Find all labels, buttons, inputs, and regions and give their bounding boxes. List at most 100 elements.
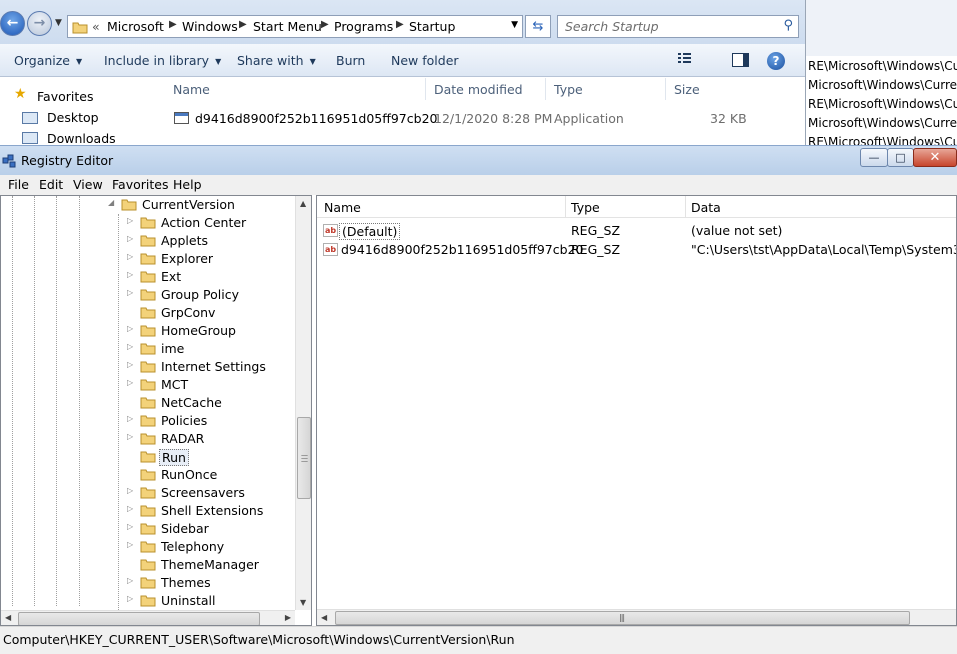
column-type[interactable]: Type — [571, 200, 600, 215]
minimize-button[interactable]: — — [860, 148, 888, 167]
value-row[interactable]: ab d9416d8900f252b116951d05ff97cb20 REG_… — [317, 240, 956, 259]
tree-node-label[interactable]: Screensavers — [159, 485, 247, 500]
tree-node-label[interactable]: Uninstall — [159, 593, 218, 608]
value-name[interactable]: (Default) — [339, 223, 401, 240]
column-data[interactable]: Data — [691, 200, 721, 215]
tree-node-label[interactable]: ime — [159, 341, 186, 356]
close-button[interactable]: ✕ — [913, 148, 957, 167]
column-divider[interactable] — [685, 196, 686, 218]
value-row[interactable]: ab (Default) REG_SZ (value not set) — [317, 221, 956, 240]
breadcrumb-startup[interactable]: Startup — [409, 19, 455, 34]
scroll-thumb[interactable] — [18, 612, 260, 625]
expand-arrow-icon[interactable]: ▷ — [127, 252, 133, 261]
back-button[interactable]: ← — [0, 11, 25, 36]
breadcrumb-windows[interactable]: Windows — [182, 19, 238, 34]
tree-vertical-scrollbar[interactable]: ▲ — — — ▼ — [295, 196, 311, 610]
history-dropdown-icon[interactable]: ▼ — [55, 18, 62, 28]
tree-node-label[interactable]: Applets — [159, 233, 210, 248]
menu-edit[interactable]: Edit — [39, 177, 63, 192]
column-divider[interactable] — [545, 78, 546, 100]
organize-button[interactable]: Organize ▼ — [14, 53, 82, 68]
column-name[interactable]: Name — [173, 82, 210, 97]
column-divider[interactable] — [665, 78, 666, 100]
tree-node-label[interactable]: Themes — [159, 575, 213, 590]
tree-node-label[interactable]: ThemeManager — [159, 557, 261, 572]
breadcrumb-programs[interactable]: Programs — [334, 19, 393, 34]
menu-favorites[interactable]: Favorites — [112, 177, 168, 192]
value-name[interactable]: d9416d8900f252b116951d05ff97cb20 — [339, 242, 585, 257]
tree-node-label[interactable]: HomeGroup — [159, 323, 238, 338]
menu-file[interactable]: File — [8, 177, 29, 192]
scroll-thumb[interactable]: ||| — [335, 611, 910, 625]
scroll-right-icon[interactable]: ▶ — [285, 613, 291, 622]
title-bar[interactable]: Registry Editor — □ ✕ — [0, 145, 957, 175]
column-type[interactable]: Type — [554, 82, 583, 97]
breadcrumb-start-menu[interactable]: Start Menu — [253, 19, 322, 34]
tree-node-label[interactable]: Internet Settings — [159, 359, 268, 374]
expand-arrow-icon[interactable]: ▷ — [127, 576, 133, 585]
tree-node-label[interactable]: Shell Extensions — [159, 503, 265, 518]
nav-desktop[interactable]: Desktop — [47, 110, 99, 125]
tree-node-label[interactable]: Sidebar — [159, 521, 211, 536]
tree-horizontal-scrollbar[interactable]: ◀ ▶ — [1, 610, 295, 625]
new-folder-button[interactable]: New folder — [391, 53, 459, 68]
tree-node-label[interactable]: RADAR — [159, 431, 206, 446]
maximize-button[interactable]: □ — [887, 148, 914, 167]
address-bar[interactable]: « Microsoft ▶ Windows ▶ Start Menu ▶ Pro… — [67, 15, 523, 38]
column-divider[interactable] — [425, 78, 426, 100]
nav-downloads[interactable]: Downloads — [47, 131, 116, 146]
scroll-down-icon[interactable]: ▼ — [300, 598, 306, 607]
values-horizontal-scrollbar[interactable]: ◀ ||| — [317, 609, 956, 625]
tree-node-label[interactable]: Explorer — [159, 251, 215, 266]
expand-arrow-icon[interactable]: ▷ — [127, 414, 133, 423]
preview-pane-icon[interactable] — [732, 53, 749, 67]
breadcrumb-separator-icon[interactable]: ▶ — [169, 19, 177, 30]
expand-arrow-icon[interactable]: ▷ — [127, 594, 133, 603]
search-input[interactable]: Search Startup ⚲ — [557, 15, 799, 38]
menu-help[interactable]: Help — [173, 177, 202, 192]
share-with-button[interactable]: Share with ▼ — [237, 53, 316, 68]
scroll-thumb[interactable]: — — — — [297, 417, 311, 499]
expand-arrow-icon[interactable]: ▷ — [127, 234, 133, 243]
column-name[interactable]: Name — [324, 200, 361, 215]
include-in-library-button[interactable]: Include in library ▼ — [104, 53, 221, 68]
scroll-up-icon[interactable]: ▲ — [300, 199, 306, 208]
refresh-button[interactable]: ⇆ — [525, 15, 551, 38]
breadcrumb-microsoft[interactable]: Microsoft — [107, 19, 164, 34]
menu-view[interactable]: View — [73, 177, 103, 192]
tree-node-label[interactable]: GrpConv — [159, 305, 217, 320]
expand-arrow-icon[interactable]: ▷ — [127, 216, 133, 225]
tree-node-label[interactable]: Group Policy — [159, 287, 241, 302]
change-view-icon[interactable] — [677, 52, 699, 66]
expand-arrow-icon[interactable]: ▷ — [127, 540, 133, 549]
scroll-left-icon[interactable]: ◀ — [321, 613, 327, 622]
nav-favorites[interactable]: Favorites — [37, 89, 93, 104]
column-size[interactable]: Size — [674, 82, 700, 97]
expand-arrow-icon[interactable]: ▷ — [127, 432, 133, 441]
values-pane[interactable]: Name Type Data ab (Default) REG_SZ (valu… — [316, 195, 957, 626]
scroll-left-icon[interactable]: ◀ — [5, 613, 11, 622]
tree-node-label[interactable]: Policies — [159, 413, 209, 428]
tree-node-label[interactable]: NetCache — [159, 395, 224, 410]
expand-arrow-icon[interactable]: ▷ — [127, 342, 133, 351]
breadcrumb-overflow[interactable]: « — [92, 19, 100, 34]
expand-arrow-icon[interactable]: ▷ — [127, 486, 133, 495]
key-tree-pane[interactable]: ◢ CurrentVersion ▷ Action Center ▷ Applets ▷ Ex… — [0, 195, 312, 626]
help-icon[interactable]: ? — [767, 52, 785, 70]
expand-arrow-icon[interactable]: ▷ — [127, 522, 133, 531]
file-name[interactable]: d9416d8900f252b116951d05ff97cb20 — [195, 111, 437, 126]
tree-node-label[interactable]: MCT — [159, 377, 190, 392]
column-date-modified[interactable]: Date modified — [434, 82, 523, 97]
expand-arrow-icon[interactable]: ▷ — [127, 504, 133, 513]
expand-arrow-icon[interactable]: ▷ — [127, 378, 133, 387]
burn-button[interactable]: Burn — [336, 53, 365, 68]
address-dropdown-icon[interactable]: ▼ — [511, 20, 518, 30]
breadcrumb-separator-icon[interactable]: ▶ — [396, 19, 404, 30]
expand-arrow-icon[interactable]: ▷ — [127, 360, 133, 369]
forward-button[interactable]: → — [27, 11, 52, 36]
expand-arrow-icon[interactable]: ▷ — [127, 288, 133, 297]
tree-node-label[interactable]: Action Center — [159, 215, 248, 230]
tree-node-label[interactable]: RunOnce — [159, 467, 219, 482]
tree-node-label[interactable]: CurrentVersion — [140, 197, 237, 212]
tree-node-label[interactable]: Telephony — [159, 539, 226, 554]
